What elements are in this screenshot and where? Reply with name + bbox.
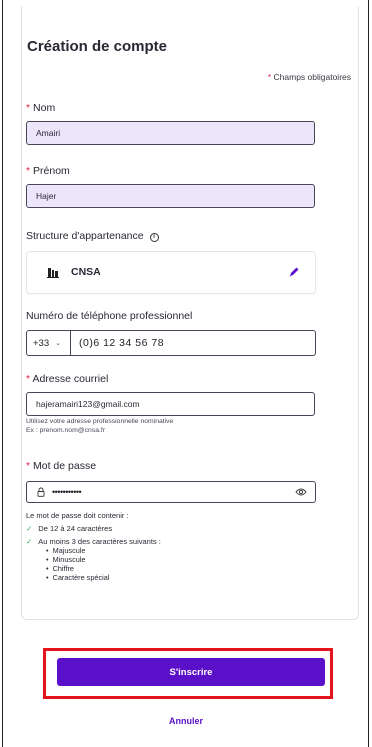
pencil-icon[interactable]: [288, 266, 300, 278]
cancel-link[interactable]: Annuler: [0, 716, 372, 726]
phone-field: +33 ⌄ (0)6 12 34 56 78: [26, 330, 316, 356]
country-code-select[interactable]: +33 ⌄: [27, 331, 71, 355]
password-rules-heading: Le mot de passe doit contenir :: [26, 511, 129, 520]
email-input[interactable]: hajeramairi123@gmail.com: [26, 392, 315, 416]
email-helper-text: Utilisez votre adresse professionnelle n…: [26, 418, 174, 434]
structure-card[interactable]: CNSA: [26, 251, 316, 294]
email-label: * Adresse courriel: [26, 373, 109, 385]
check-icon: ✓: [26, 537, 33, 546]
structure-label: Structure d'appartenance i: [26, 230, 159, 242]
phone-label: Numéro de téléphone professionnel: [26, 310, 193, 322]
frame-border-right: [368, 0, 369, 747]
nom-label: * Nom: [26, 102, 56, 114]
info-icon[interactable]: i: [149, 233, 159, 242]
building-icon: [47, 268, 59, 278]
eye-icon[interactable]: [295, 487, 307, 497]
rule-sub-item: • Caractère spécial: [46, 573, 110, 582]
structure-name: CNSA: [71, 266, 101, 278]
page-title: Création de compte: [27, 38, 168, 55]
submit-button[interactable]: S'inscrire: [57, 658, 325, 686]
prenom-input[interactable]: Hajer: [26, 184, 315, 208]
frame-border-left: [2, 0, 3, 747]
nom-input[interactable]: Amairi: [26, 121, 315, 145]
rule-chars: ✓ Au moins 3 des caractères suivants :: [26, 537, 161, 546]
lock-icon: [37, 487, 45, 497]
password-input[interactable]: •••••••••••: [26, 481, 316, 503]
check-icon: ✓: [26, 524, 33, 533]
required-note: * Champs obligatoires: [267, 72, 351, 82]
prenom-label: * Prénom: [26, 165, 70, 177]
chevron-down-icon: ⌄: [55, 340, 61, 347]
password-label: * Mot de passe: [26, 460, 97, 472]
rule-length: ✓ De 12 à 24 caractères: [26, 524, 113, 533]
phone-input[interactable]: (0)6 12 34 56 78: [71, 337, 164, 349]
password-value: •••••••••••: [52, 487, 82, 497]
